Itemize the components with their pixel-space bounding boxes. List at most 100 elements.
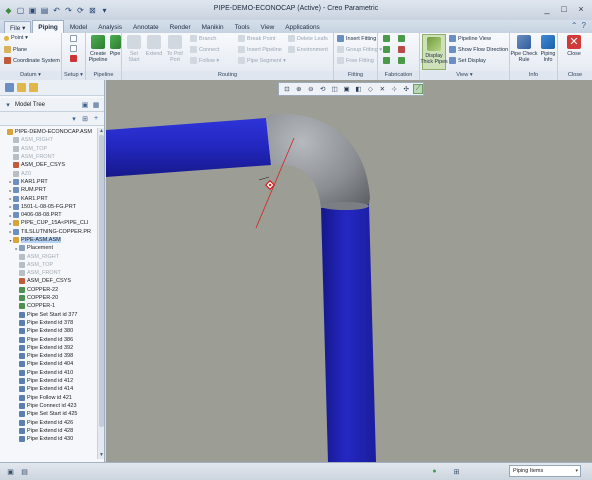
orient-icon[interactable]: ◫ xyxy=(330,84,340,94)
save-icon[interactable]: ▤ xyxy=(39,5,50,16)
tab-applications[interactable]: Applications xyxy=(280,21,324,33)
tree-item[interactable]: Pipe Extend id 430 xyxy=(0,435,97,443)
setup-spec-icon[interactable] xyxy=(70,35,77,42)
set-start-button[interactable]: Set Start xyxy=(125,35,143,63)
dropdown-icon[interactable]: ▾ xyxy=(99,5,110,16)
close-piping-button[interactable]: ✕ Close xyxy=(563,35,585,57)
scroll-up-icon[interactable]: ▲ xyxy=(98,128,105,135)
pipeline-view-button[interactable]: Pipeline View xyxy=(449,35,491,42)
annotation-display-icon[interactable]: ⊹ xyxy=(389,84,399,94)
perspective-icon[interactable]: ◇ xyxy=(365,84,375,94)
tab-file[interactable]: File ▾ xyxy=(4,21,32,33)
tree-item[interactable]: ASM_TOP xyxy=(0,145,97,153)
tree-item[interactable]: ▸ KAR1.PRT xyxy=(0,178,97,186)
tab-render[interactable]: Render xyxy=(165,21,196,33)
ribbon-minimize-icon[interactable]: ⌃ xyxy=(571,21,578,30)
tab-manikin[interactable]: Manikin xyxy=(197,21,229,33)
undo-icon[interactable]: ↶ xyxy=(51,5,62,16)
environment-button[interactable]: Environment xyxy=(288,46,328,53)
minimize-button[interactable]: _ xyxy=(540,3,554,15)
tree-item[interactable]: ASM_DEF_CSYS xyxy=(0,277,97,285)
branch-button[interactable]: Branch xyxy=(190,35,216,42)
tree-item[interactable]: Pipe Extend id 378 xyxy=(0,319,97,327)
extend-button[interactable]: Extend xyxy=(145,35,163,57)
fabrication-spool-icon[interactable] xyxy=(398,57,405,64)
pipe-segment-button[interactable]: Pipe Segment ▾ xyxy=(238,57,286,64)
tree-item[interactable]: COPPER-20 xyxy=(0,294,97,302)
model-tree-tab-icon[interactable] xyxy=(5,83,14,92)
zoom-in-icon[interactable]: ⊕ xyxy=(294,84,304,94)
tree-item[interactable]: Pipe Extend id 404 xyxy=(0,360,97,368)
tree-item[interactable]: Pipe Extend id 380 xyxy=(0,327,97,335)
display-thick-pipes-button[interactable]: Display Thick Pipes xyxy=(420,34,448,70)
scroll-thumb[interactable] xyxy=(99,135,104,427)
pipe-button[interactable]: Pipe xyxy=(108,35,122,57)
tab-model[interactable]: Model xyxy=(65,21,92,33)
refit-icon[interactable]: ⊡ xyxy=(282,84,292,94)
open-icon[interactable]: ▣ xyxy=(27,5,38,16)
tree-item[interactable]: ASM_TOP xyxy=(0,261,97,269)
free-fitting-button[interactable]: Free Fitting xyxy=(337,57,374,64)
favorites-tab-icon[interactable] xyxy=(29,83,38,92)
fabrication-pencil-icon[interactable] xyxy=(383,35,390,42)
close-button[interactable]: × xyxy=(574,3,588,15)
point-button[interactable]: Point ▾ xyxy=(4,35,28,41)
display-style-icon[interactable]: ◧ xyxy=(354,84,364,94)
close-window-icon[interactable]: ⊠ xyxy=(87,5,98,16)
view-group-label[interactable]: View ▾ xyxy=(420,71,509,80)
tree-item[interactable]: PIPE-DEMO-ECONOCAP.ASM xyxy=(0,128,97,136)
tree-item[interactable]: COPPER-1 xyxy=(0,302,97,310)
pipe-check-rule-button[interactable]: Pipe Check Rule xyxy=(510,35,538,63)
tree-item[interactable]: ASM_FRONT xyxy=(0,153,97,161)
tab-piping[interactable]: Piping xyxy=(32,20,64,33)
setup-pipeline-icon[interactable] xyxy=(70,55,77,62)
piping-info-button[interactable]: Piping Info xyxy=(538,35,558,63)
zoom-out-icon[interactable]: ⊖ xyxy=(306,84,316,94)
setup-line-stock-icon[interactable] xyxy=(70,45,77,52)
repaint-icon[interactable]: ⟲ xyxy=(318,84,328,94)
insert-pipeline-button[interactable]: Insert Pipeline xyxy=(238,46,282,53)
selection-icon[interactable]: ⊞ xyxy=(452,467,461,476)
tree-item[interactable]: AZ0 xyxy=(0,169,97,177)
model-tree-menu-icon[interactable]: ▣ xyxy=(81,101,89,109)
fabrication-cut-icon[interactable] xyxy=(383,46,390,53)
tree-item[interactable]: ▸ RUM.PRT xyxy=(0,186,97,194)
tree-item[interactable]: ASM_RIGHT xyxy=(0,252,97,260)
spin-center-icon[interactable]: ✣ xyxy=(401,84,411,94)
tree-item[interactable]: ASM_DEF_CSYS xyxy=(0,161,97,169)
regenerate-icon[interactable]: ⟳ xyxy=(75,5,86,16)
new-icon[interactable]: ▢ xyxy=(15,5,26,16)
tree-item[interactable]: ▸ 1501-L-08-05-FG.PRT xyxy=(0,203,97,211)
tree-vertical-scrollbar[interactable]: ▲ ▼ xyxy=(97,128,104,459)
tree-item[interactable]: ▾ PIPE-ASM.ASM xyxy=(0,236,97,244)
column-icon[interactable]: ⊞ xyxy=(81,115,89,123)
tree-item[interactable]: Pipe Set Start id 377 xyxy=(0,311,97,319)
selection-filter-dropdown[interactable]: Piping Items ▾ xyxy=(509,465,581,477)
tree-item[interactable]: ASM_FRONT xyxy=(0,269,97,277)
add-column-icon[interactable]: + xyxy=(92,115,100,123)
settings-icon[interactable]: ▦ xyxy=(92,101,100,109)
tree-item[interactable]: Pipe Extend id 398 xyxy=(0,352,97,360)
setup-group-label[interactable]: Setup ▾ xyxy=(62,71,85,80)
delete-leafs-button[interactable]: Delete Leafs xyxy=(288,35,328,42)
tab-analysis[interactable]: Analysis xyxy=(93,21,127,33)
tree-item[interactable]: Pipe Extend id 386 xyxy=(0,335,97,343)
tree-item[interactable]: Pipe Extend id 426 xyxy=(0,418,97,426)
scroll-down-icon[interactable]: ▼ xyxy=(98,452,105,459)
redo-icon[interactable]: ↷ xyxy=(63,5,74,16)
tree-item[interactable]: Pipe Extend id 392 xyxy=(0,344,97,352)
tree-item[interactable]: Pipe Follow id 421 xyxy=(0,394,97,402)
tab-annotate[interactable]: Annotate xyxy=(128,21,164,33)
thick-pipes-toggle-icon[interactable]: ⟋ xyxy=(413,84,424,94)
show-flow-direction-button[interactable]: Show Flow Direction xyxy=(449,46,508,53)
filter-icon[interactable]: ▾ xyxy=(70,115,78,123)
tree-item[interactable]: Pipe Extend id 410 xyxy=(0,369,97,377)
break-point-button[interactable]: Break Point xyxy=(238,35,275,42)
saved-views-icon[interactable]: ▣ xyxy=(342,84,352,94)
tree-item[interactable]: ASM_RIGHT xyxy=(0,136,97,144)
find-icon[interactable]: ▤ xyxy=(20,467,29,476)
message-log-icon[interactable]: ▣ xyxy=(6,467,15,476)
tree-item[interactable]: ▸ 0406-08-08.PRT xyxy=(0,211,97,219)
follow-button[interactable]: Follow ▾ xyxy=(190,57,219,64)
help-icon[interactable]: ? xyxy=(582,21,586,30)
